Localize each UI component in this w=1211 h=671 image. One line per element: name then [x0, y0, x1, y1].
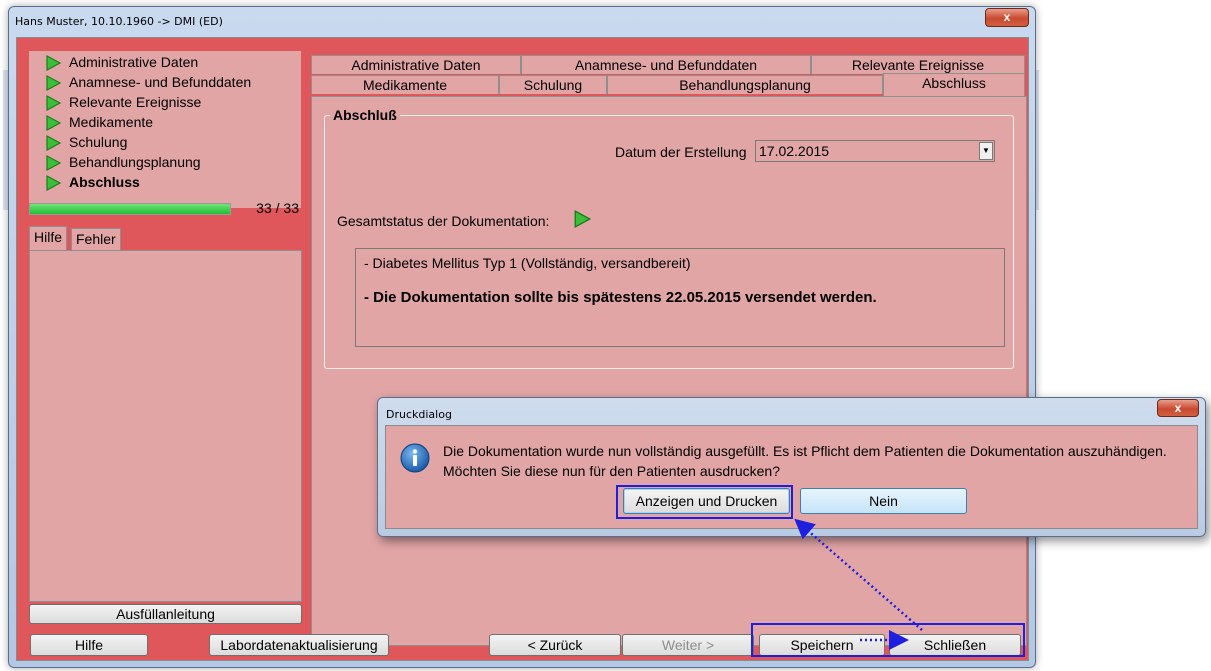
status-label: Gesamtstatus der Dokumentation: — [337, 213, 550, 229]
group-title: Abschluß — [330, 107, 400, 123]
nav-item-label: Anamnese- und Befunddaten — [69, 74, 252, 90]
progress-row: 33 / 33 — [29, 200, 301, 220]
window-close-button[interactable]: x — [985, 8, 1029, 27]
tab-relevante-ereignisse[interactable]: Relevante Ereignisse — [811, 55, 1025, 74]
play-icon — [45, 115, 61, 131]
play-icon — [45, 95, 61, 111]
tab-abschluss[interactable]: Abschluss — [883, 73, 1025, 96]
tab-hilfe[interactable]: Hilfe — [29, 226, 68, 250]
tab-anamnese[interactable]: Anamnese- und Befunddaten — [521, 55, 811, 74]
date-value: 17.02.2015 — [759, 143, 830, 159]
title-bar: Hans Muster, 10.10.1960 -> DMI (ED) x — [9, 7, 1035, 37]
nav-item-label: Behandlungsplanung — [69, 154, 201, 170]
nav-item-label: Schulung — [69, 134, 128, 150]
play-icon — [45, 75, 61, 91]
hilfe-button[interactable]: Hilfe — [30, 634, 148, 656]
date-input[interactable]: 17.02.2015 ▼ — [755, 140, 995, 162]
tab-administrative-daten[interactable]: Administrative Daten — [311, 55, 521, 74]
date-label: Datum der Erstellung — [615, 144, 747, 160]
main-window: Hans Muster, 10.10.1960 -> DMI (ED) x Ad… — [8, 6, 1036, 668]
status-box: - Diabetes Mellitus Typ 1 (Vollständig, … — [355, 248, 1005, 347]
tab-schulung[interactable]: Schulung — [499, 75, 607, 94]
status-line-2: - Die Dokumentation sollte bis spätesten… — [364, 289, 877, 306]
chevron-down-icon[interactable]: ▼ — [979, 142, 993, 160]
section-nav: Administrative Daten Anamnese- und Befun… — [29, 51, 301, 208]
play-icon — [573, 209, 592, 229]
progress-fill — [30, 204, 230, 214]
highlight-box-bottom — [751, 623, 1025, 657]
info-icon — [400, 443, 430, 473]
play-icon — [45, 175, 61, 191]
tab-fehler[interactable]: Fehler — [71, 228, 121, 250]
help-panel — [29, 250, 302, 602]
dialog-message-line-1: Die Dokumentation wurde nun vollständig … — [443, 443, 1167, 459]
tab-content-abschluss: Abschluß Datum der Erstellung 17.02.2015… — [311, 96, 1027, 646]
nein-button[interactable]: Nein — [800, 488, 967, 514]
dialog-close-button[interactable]: x — [1157, 399, 1199, 417]
zurueck-button[interactable]: < Zurück — [489, 634, 621, 656]
client-area: Administrative Daten Anamnese- und Befun… — [16, 37, 1029, 661]
nav-item-label: Relevante Ereignisse — [69, 94, 202, 110]
dialog-title: Druckdialog — [386, 408, 452, 421]
weiter-button[interactable]: Weiter > — [622, 634, 754, 656]
play-icon — [45, 55, 61, 71]
labordaten-button[interactable]: Labordatenaktualisierung — [209, 634, 389, 656]
tab-behandlungsplanung[interactable]: Behandlungsplanung — [607, 75, 883, 94]
nav-item-label: Administrative Daten — [69, 54, 199, 70]
window-title: Hans Muster, 10.10.1960 -> DMI (ED) — [15, 15, 223, 28]
dialog-message-line-2: Möchten Sie diese nun für den Patienten … — [443, 463, 781, 479]
tab-medikamente[interactable]: Medikamente — [311, 75, 499, 94]
nav-item-label: Abschluss — [69, 174, 140, 190]
abschluss-group: Abschluß Datum der Erstellung 17.02.2015… — [324, 107, 1014, 369]
nav-item-label: Medikamente — [69, 114, 154, 130]
play-icon — [45, 135, 61, 151]
progress-bar — [29, 203, 231, 215]
play-icon — [45, 155, 61, 171]
status-line-1: - Diabetes Mellitus Typ 1 (Vollständig, … — [364, 255, 691, 271]
progress-text: 33 / 33 — [256, 200, 299, 216]
ausfuellanleitung-button[interactable]: Ausfüllanleitung — [29, 604, 302, 624]
highlight-box-dialog — [616, 485, 793, 519]
